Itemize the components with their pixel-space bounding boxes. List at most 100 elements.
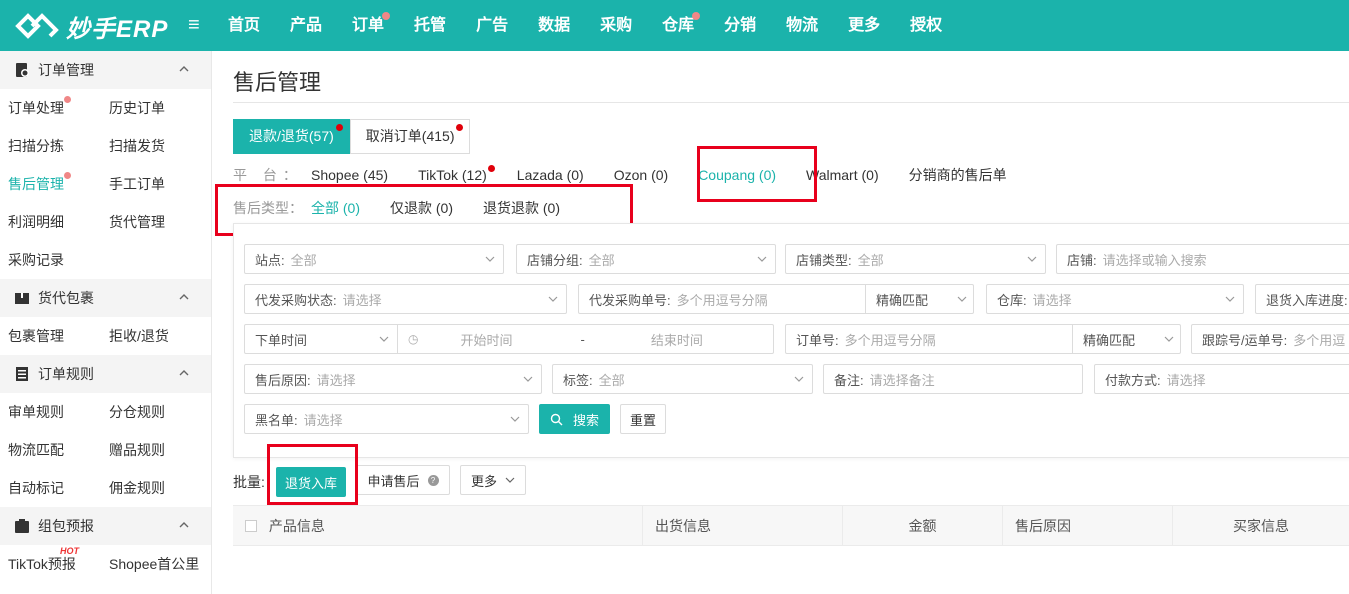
table-header: 产品信息 出货信息 金额 售后原因 买家信息	[233, 505, 1349, 546]
package-icon	[15, 293, 29, 304]
return-progress-select[interactable]: 退货入库进度:	[1255, 284, 1349, 314]
start-time-input[interactable]: 开始时间	[460, 330, 512, 349]
chevron-down-icon	[485, 256, 495, 262]
nav-item-5[interactable]: 数据	[538, 0, 570, 51]
sidebar-item-order-history[interactable]: 历史订单	[101, 98, 202, 118]
platform-shopee[interactable]: Shopee (45)	[311, 167, 388, 183]
platform-tiktok[interactable]: TikTok (12)	[418, 165, 495, 183]
apply-aftersale-button[interactable]: 申请售后 ?	[356, 465, 450, 495]
clock-icon: ◷	[408, 332, 419, 346]
chevron-up-icon	[179, 370, 189, 376]
order-no-input[interactable]: 订单号: 多个用逗号分隔 精确匹配	[785, 324, 1181, 354]
hamburger-icon[interactable]: ≡	[188, 14, 200, 36]
shop-select[interactable]: 店铺: 请选择或输入搜索	[1056, 244, 1349, 274]
date-range-picker[interactable]: 下单时间 ◷ 开始时间 - 结束时间	[244, 324, 774, 354]
sidebar-item-freight-forwarder[interactable]: 货代管理	[101, 212, 202, 232]
sidebar-item-shopee-first-mile[interactable]: Shopee首公里	[101, 554, 202, 574]
app-title: 妙手ERP	[66, 15, 169, 43]
remark-select[interactable]: 备注: 请选择备注	[823, 364, 1083, 394]
tracking-no-input[interactable]: 跟踪号/运单号: 多个用逗	[1191, 324, 1349, 354]
chevron-down-icon	[1164, 336, 1174, 342]
end-time-input[interactable]: 结束时间	[651, 330, 703, 349]
table-header-product: 产品信息	[233, 506, 643, 546]
sidebar-item-review-rules[interactable]: 审单规则	[0, 402, 101, 422]
order-settings-icon	[16, 63, 29, 77]
sidebar-group-forwarder-packages[interactable]: 货代包裹	[0, 279, 211, 317]
batch-label: 批量:	[233, 474, 265, 490]
proxy-no-match-select[interactable]: 精确匹配	[865, 285, 973, 313]
order-no-match-select[interactable]: 精确匹配	[1072, 325, 1180, 353]
nav-item-10[interactable]: 更多	[848, 0, 880, 51]
chevron-down-icon	[510, 416, 520, 422]
logo-mark-icon	[14, 8, 60, 44]
bundle-icon	[15, 519, 29, 533]
platform-label: 平 台：	[233, 167, 303, 183]
sidebar-item-reject-return[interactable]: 拒收/退货	[101, 326, 202, 346]
notification-dot	[382, 12, 391, 20]
proxy-purchase-status-select[interactable]: 代发采购状态: 请选择	[244, 284, 567, 314]
aftersale-reason-select[interactable]: 售后原因: 请选择	[244, 364, 542, 394]
sidebar-item-gift-rules[interactable]: 赠品规则	[101, 440, 202, 460]
warehouse-select[interactable]: 仓库: 请选择	[986, 284, 1244, 314]
sidebar-item-aftersale[interactable]: 售后管理	[0, 172, 101, 194]
payment-method-select[interactable]: 付款方式: 请选择	[1094, 364, 1349, 394]
nav-item-4[interactable]: 广告	[476, 0, 508, 51]
sidebar-item-scan-sort[interactable]: 扫描分拣	[0, 136, 101, 156]
sidebar-item-profit-detail[interactable]: 利润明细	[0, 212, 101, 232]
platform-ozon[interactable]: Ozon (0)	[614, 167, 668, 183]
chevron-up-icon	[179, 66, 189, 72]
nav-item-8[interactable]: 分销	[724, 0, 756, 51]
reset-button[interactable]: 重置	[620, 404, 666, 434]
top-nav: 首页 产品 订单 托管 广告 数据 采购 仓库 分销 物流 更多 授权	[228, 0, 972, 51]
nav-item-2[interactable]: 订单	[352, 0, 391, 51]
sidebar-group-title: 组包预报	[38, 518, 94, 534]
chevron-down-icon	[548, 296, 558, 302]
tabs: 退款/退货(57) 取消订单(415)	[233, 119, 471, 154]
nav-item-0[interactable]: 首页	[228, 0, 260, 51]
nav-item-6[interactable]: 采购	[600, 0, 632, 51]
nav-item-1[interactable]: 产品	[290, 0, 322, 51]
sidebar-item-scan-ship[interactable]: 扫描发货	[101, 136, 202, 156]
nav-item-3[interactable]: 托管	[414, 0, 446, 51]
platform-filter: 平 台： Shopee (45) TikTok (12) Lazada (0) …	[233, 165, 1037, 185]
tag-select[interactable]: 标签: 全部	[552, 364, 813, 394]
sidebar-item-commission-rules[interactable]: 佣金规则	[101, 478, 202, 498]
sidebar-item-order-processing[interactable]: 订单处理	[0, 96, 101, 118]
proxy-purchase-no-input[interactable]: 代发采购单号: 多个用逗号分隔 精确匹配	[578, 284, 974, 314]
app-logo[interactable]: 妙手ERP	[14, 8, 168, 44]
chevron-down-icon	[757, 256, 767, 262]
chevron-down-icon	[523, 376, 533, 382]
nav-item-9[interactable]: 物流	[786, 0, 818, 51]
sidebar-group-order-rules[interactable]: 订单规则	[0, 355, 211, 393]
table-header-shipping: 出货信息	[643, 506, 843, 546]
shop-type-select[interactable]: 店铺类型: 全部	[785, 244, 1046, 274]
sidebar-item-logistics-match[interactable]: 物流匹配	[0, 440, 101, 460]
sidebar-item-manual-order[interactable]: 手工订单	[101, 174, 202, 194]
nav-item-11[interactable]: 授权	[910, 0, 942, 51]
sidebar-item-warehouse-rules[interactable]: 分仓规则	[101, 402, 202, 422]
select-all-checkbox[interactable]	[245, 520, 257, 532]
tab-cancel-order[interactable]: 取消订单(415)	[349, 119, 471, 154]
time-type-select[interactable]: 下单时间	[245, 325, 397, 353]
filter-panel: 站点: 全部 店铺分组: 全部 店铺类型: 全部 店铺: 请选择或输入搜索 代发采购状态…	[233, 223, 1349, 458]
tab-refund-return[interactable]: 退款/退货(57)	[233, 119, 350, 154]
site-select[interactable]: 站点: 全部	[244, 244, 504, 274]
sidebar-item-package-management[interactable]: 包裹管理	[0, 326, 101, 346]
sidebar-group-order-management[interactable]: 订单管理	[0, 51, 211, 89]
sidebar-item-auto-tag[interactable]: 自动标记	[0, 478, 101, 498]
chevron-down-icon	[1225, 296, 1235, 302]
highlight-box-return-warehousing	[267, 444, 358, 505]
table-header-reason: 售后原因	[1003, 506, 1173, 546]
platform-lazada[interactable]: Lazada (0)	[517, 167, 584, 183]
more-dropdown[interactable]: 更多	[460, 465, 526, 495]
search-button[interactable]: 搜索	[539, 404, 610, 434]
batch-actions: 批量:	[233, 467, 265, 497]
shop-group-select[interactable]: 店铺分组: 全部	[516, 244, 776, 274]
platform-distributor-aftersale[interactable]: 分销商的售后单	[909, 165, 1007, 185]
blacklist-select[interactable]: 黑名单: 请选择	[244, 404, 529, 434]
sidebar-group-bundle-forecast[interactable]: 组包预报	[0, 507, 211, 545]
nav-item-7[interactable]: 仓库	[662, 0, 701, 51]
sidebar-item-purchase-records[interactable]: 采购记录	[0, 250, 101, 270]
sidebar-item-tiktok-forecast[interactable]: TikTok预报 HOT	[0, 546, 101, 574]
page-title: 售后管理	[233, 70, 322, 95]
